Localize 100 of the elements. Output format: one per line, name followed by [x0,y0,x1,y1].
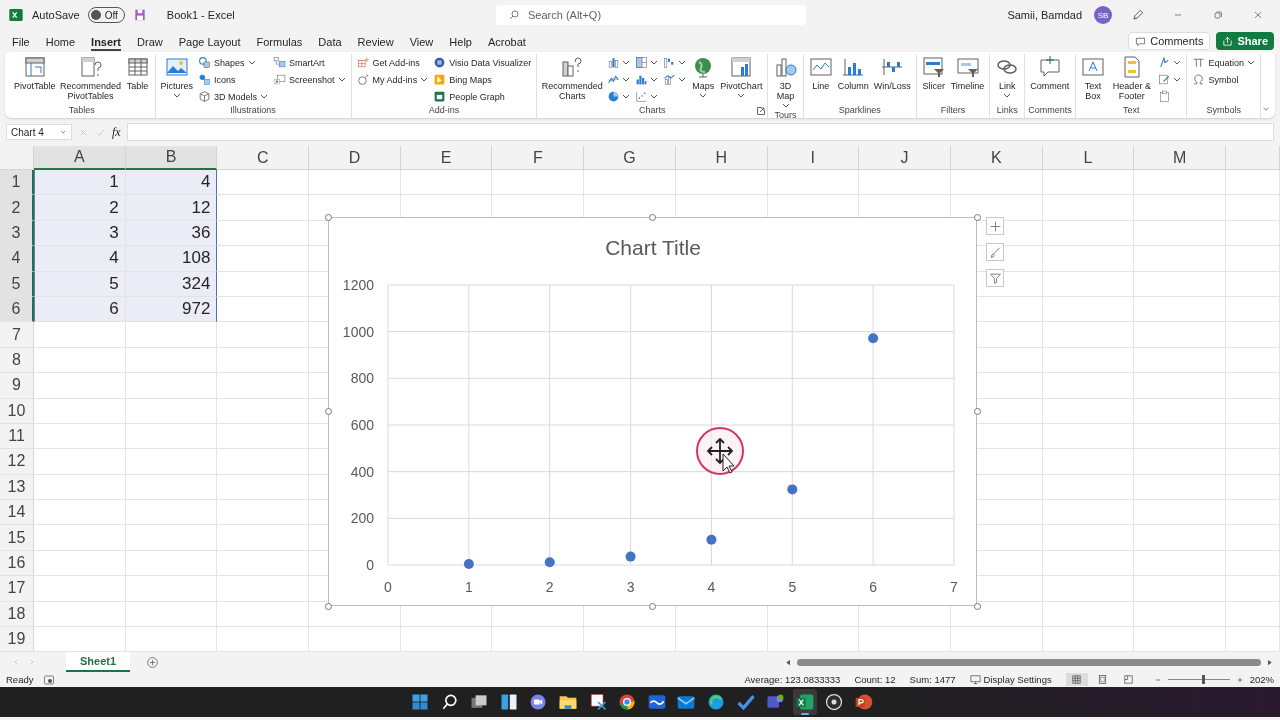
row-header[interactable]: 8 [0,347,34,374]
menu-tab[interactable]: Help [441,33,480,49]
group-label: Comments [1028,105,1072,117]
column-header[interactable]: I [767,146,860,170]
row-header[interactable]: 14 [0,500,34,526]
row-header[interactable]: 4 [0,246,34,272]
ribbon-button[interactable]: Slicer [919,54,948,92]
axis-label: 0 [384,579,392,595]
axis-label: 2 [545,579,554,595]
name-box[interactable]: Chart 4 [6,124,72,140]
ribbon-button[interactable]: Shapes [196,54,271,71]
row-header[interactable]: 16 [0,550,34,577]
ribbon-button[interactable]: PivotTable [12,54,58,92]
column-header[interactable]: A [34,146,126,170]
table-cell: 2 [34,195,126,221]
ribbon-button[interactable]: Text Box [1078,54,1108,102]
axis-label: 4 [707,579,716,595]
menu-tab[interactable]: Review [349,33,402,49]
ribbon-button[interactable]: Bing Maps [431,71,534,88]
axis-label: 400 [350,463,374,480]
table-cell: 3 [34,220,126,247]
zoom-level[interactable]: 202% [1249,674,1274,686]
menu-tab[interactable]: View [401,33,442,49]
row-header[interactable]: 2 [0,195,34,221]
axis-label: 1200 [342,277,374,293]
row-header[interactable]: 3 [0,220,34,247]
ribbon-button[interactable]: Line [806,54,835,92]
row-header[interactable]: 5 [0,271,34,297]
row-header[interactable]: 9 [0,373,34,399]
search-field[interactable]: Search (Alt+Q) [496,5,806,25]
share-button[interactable]: Share [1216,32,1274,50]
column-header[interactable]: J [859,146,951,170]
ribbon-button[interactable]: Column [835,54,871,92]
ribbon-button[interactable]: Symbol [1190,71,1257,88]
ribbon-button[interactable]: Comment [1028,54,1072,92]
menu-tab[interactable]: Insert [83,33,130,49]
ribbon-button[interactable]: My Add-ins [354,71,431,88]
menu-tab[interactable]: Formulas [248,33,311,49]
ribbon-button[interactable]: Timeline [948,54,987,92]
table-cell: 972 [125,296,218,323]
axis-label: 3 [626,579,635,595]
column-header[interactable]: B [125,146,218,170]
menu-tab[interactable]: File [4,33,38,49]
axis-label: 7 [950,579,958,595]
status-text: Ready [6,674,34,686]
display-settings-button[interactable]: Display Settings [969,674,1052,686]
menu-tab[interactable]: Draw [129,33,171,49]
sheet-tab[interactable]: Sheet1 [66,652,131,673]
menu-tab[interactable]: Acrobat [479,33,534,49]
ribbon-button[interactable]: Win/Loss [871,54,913,92]
row-header[interactable]: 15 [0,525,34,551]
row-header[interactable]: 11 [0,423,34,450]
column-header[interactable]: D [309,146,401,170]
column-header[interactable]: K [950,146,1043,170]
row-header[interactable]: 6 [0,296,34,323]
ribbon-button[interactable]: Equation [1190,54,1257,71]
row-header[interactable]: 18 [0,601,34,628]
ribbon-button[interactable]: Visio Data Visualizer [431,54,534,71]
ribbon-button[interactable]: 3D Map [771,54,800,110]
row-header[interactable]: 12 [0,449,34,475]
menu-tab[interactable]: Home [37,33,84,49]
table-cell: 6 [34,296,126,323]
column-header[interactable]: F [492,146,585,170]
column-header[interactable]: E [400,146,493,170]
ribbon-button[interactable]: Screenshot [271,71,348,88]
ribbon-button[interactable]: Get Add-ins [354,54,431,71]
column-header[interactable]: G [584,146,676,170]
insert-function-button[interactable]: fx [112,124,121,140]
row-header[interactable]: 19 [0,627,34,653]
row-header[interactable]: 10 [0,398,34,424]
ribbon-button[interactable]: Recommended PivotTables [58,54,123,102]
axis-label: 0 [366,557,374,573]
chart-area[interactable]: Chart Title 0 200 400 600 800 1000 1200 0 1 2 3 4 5 6 7 [328,217,977,606]
column-header[interactable]: H [675,146,768,170]
column-header[interactable]: M [1134,146,1226,170]
status-sum: Sum: 1477 [909,674,956,686]
ribbon-button[interactable]: Pictures [158,54,196,100]
menu-tab[interactable]: Data [310,33,350,49]
table-cell: 12 [125,195,218,221]
ribbon-button[interactable]: Table [123,54,152,92]
row-header[interactable]: 1 [0,170,34,196]
comments-button[interactable]: Comments [1128,32,1211,50]
ribbon-button[interactable]: Header & Footer [1108,54,1156,102]
ribbon-button[interactable]: Link [993,54,1022,100]
ribbon-button[interactable]: 3D Models [196,88,271,105]
group-label: Illustrations [230,105,276,117]
column-header[interactable]: C [217,146,310,170]
ribbon-button[interactable]: PivotChart [718,54,765,100]
axis-label: 5 [788,579,797,595]
ribbon-button[interactable]: Recommended Charts [540,54,605,102]
row-header[interactable]: 17 [0,576,34,602]
user-avatar[interactable]: SB [1094,6,1112,24]
ribbon-button[interactable]: SmartArt [271,54,348,71]
row-header[interactable]: 7 [0,322,34,348]
column-header[interactable]: L [1042,146,1135,170]
ribbon-button[interactable]: Maps [689,54,718,100]
ribbon-button[interactable]: Icons [196,71,271,88]
row-header[interactable]: 13 [0,474,34,501]
ribbon-button[interactable]: People Graph [431,88,534,105]
menu-tab[interactable]: Page Layout [170,33,249,49]
